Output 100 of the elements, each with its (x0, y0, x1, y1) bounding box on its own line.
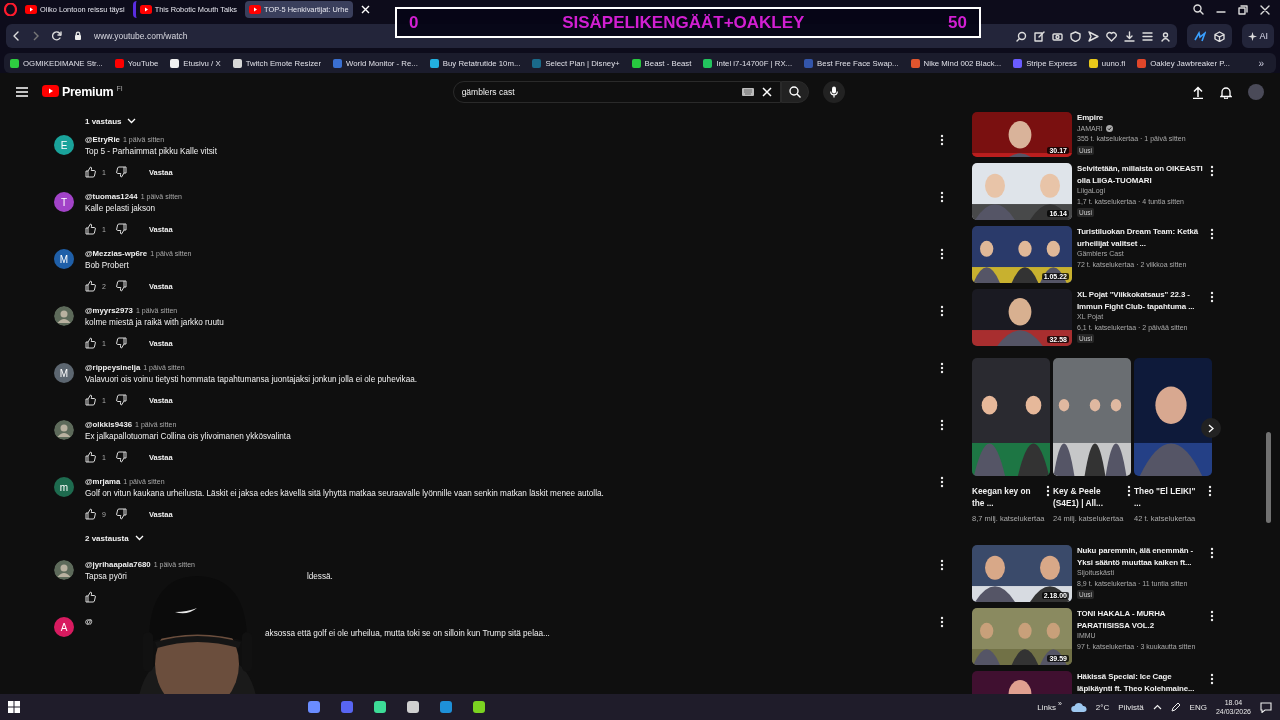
thumbs-up-icon[interactable] (85, 451, 96, 463)
reload-icon[interactable] (52, 31, 62, 41)
more-icon[interactable] (940, 559, 944, 571)
clear-icon[interactable] (761, 87, 772, 97)
more-icon[interactable] (1210, 547, 1214, 559)
overlay-counter: 0 (409, 12, 419, 33)
more-icon[interactable] (940, 191, 944, 203)
thumbs-down-icon[interactable] (115, 451, 127, 463)
cube-icon[interactable] (1214, 30, 1226, 42)
more-icon[interactable] (940, 616, 944, 628)
more-icon[interactable] (940, 362, 944, 374)
thumbs-up-icon[interactable] (85, 166, 96, 178)
chevron-right-icon (1208, 423, 1214, 433)
microphone-icon (829, 86, 838, 98)
windows-start-icon[interactable] (8, 701, 20, 713)
address-text[interactable]: www.youtube.com/watch (94, 31, 188, 41)
chevron-down-icon (134, 535, 144, 541)
more-icon[interactable] (1210, 610, 1214, 622)
youtube-icon (249, 5, 262, 14)
more-icon[interactable] (940, 134, 944, 146)
more-icon[interactable] (940, 305, 944, 317)
search-button[interactable] (780, 81, 809, 103)
thumbs-down-icon[interactable] (115, 166, 127, 178)
more-icon[interactable] (1046, 485, 1050, 497)
thumbs-up-icon[interactable] (85, 223, 96, 235)
more-icon[interactable] (1127, 485, 1131, 497)
download-icon[interactable] (1124, 30, 1136, 42)
more-icon[interactable] (1208, 485, 1212, 497)
lock-icon (74, 31, 82, 41)
search-icon (788, 86, 801, 98)
avatar-icon[interactable]: T (54, 192, 74, 212)
replies-toggle[interactable]: 2 vastausta (85, 525, 144, 551)
links-toolbar[interactable]: Links (1037, 702, 1056, 712)
voice-search-button[interactable] (822, 81, 845, 103)
avatar-icon[interactable]: M (54, 363, 74, 383)
chevron-up-icon[interactable] (1152, 704, 1162, 710)
temperature: 2°C (1095, 702, 1110, 712)
avatar-icon[interactable]: A (54, 617, 74, 637)
search-input[interactable]: gämblers cast (461, 87, 734, 97)
thumbs-up-icon[interactable] (85, 508, 96, 520)
shield-icon[interactable] (1070, 30, 1082, 42)
overlay-title: SISÄPELIKENGÄÄT+OAKLEY (562, 12, 805, 33)
forward-icon[interactable] (32, 31, 40, 41)
menu-icon[interactable] (1142, 30, 1154, 42)
chevron-down-icon (127, 118, 137, 124)
more-icon[interactable] (940, 476, 944, 488)
comment-text: Valavuori ois voinu tietysti hommata tapahtumansa juontajaksi jonkun jolla ei ole puhevikaa. (85, 374, 418, 386)
thumbs-down-icon[interactable] (115, 394, 127, 406)
thumbs-up-icon[interactable] (85, 280, 96, 292)
extension-icon[interactable] (1194, 30, 1207, 42)
more-icon[interactable] (1210, 228, 1214, 240)
comment-text: Ex jalkapallotuomari Collina ois ylivoimanen ykkösvalinta (85, 431, 291, 443)
heart-icon[interactable] (1106, 30, 1118, 42)
avatar-icon[interactable]: m (54, 477, 74, 497)
scrollbar[interactable] (1266, 432, 1271, 523)
avatar-icon[interactable]: M (54, 249, 74, 269)
pen-icon[interactable] (1170, 702, 1181, 712)
next-button[interactable] (1201, 418, 1221, 438)
thumbs-up-icon[interactable] (85, 591, 96, 603)
more-bookmarks-button[interactable]: » (1252, 56, 1270, 70)
back-icon[interactable] (12, 31, 20, 41)
short-title[interactable]: Key & Peele (S4E1) | All... (1053, 485, 1115, 509)
more-icon[interactable] (1210, 673, 1214, 685)
replies-toggle[interactable]: 1 vastaus (85, 108, 137, 134)
bell-icon[interactable] (1220, 85, 1232, 99)
comment-text: Bob Probert (85, 260, 129, 272)
restore-icon[interactable] (1238, 4, 1248, 15)
keyboard-icon[interactable] (741, 88, 754, 96)
search-icon[interactable] (1193, 4, 1204, 15)
comment-text: ldessä. (306, 571, 333, 583)
thumbs-down-icon[interactable] (115, 223, 127, 235)
edit-icon[interactable] (1034, 30, 1046, 42)
more-icon[interactable] (1210, 165, 1214, 177)
profile-icon[interactable] (1160, 30, 1172, 42)
thumbs-up-icon[interactable] (85, 337, 96, 349)
thumbs-down-icon[interactable] (115, 508, 127, 520)
youtube-icon (139, 5, 152, 14)
notification-icon[interactable] (1260, 701, 1272, 713)
youtube-icon (25, 5, 37, 14)
upload-icon[interactable] (1192, 85, 1204, 99)
close-icon[interactable] (1260, 4, 1270, 15)
short-title[interactable]: Theo "El LEIKI" ... (1134, 485, 1196, 509)
camera-icon[interactable] (1052, 30, 1064, 42)
more-icon[interactable] (1210, 291, 1214, 303)
zoom-icon[interactable] (1016, 30, 1028, 42)
thumbs-down-icon[interactable] (115, 280, 127, 292)
avatar-icon[interactable] (54, 306, 74, 326)
more-icon[interactable] (940, 248, 944, 260)
ai-button[interactable]: AI (1242, 24, 1274, 48)
more-icon[interactable] (940, 419, 944, 431)
comment-text: Golf on vitun kaukana urheilusta. Läskit ei jaksa edes kävellä sitä lyhyttä matkaa seuraavalle lyönnille vaan senkin matkan läskit menee autolla. (85, 488, 604, 500)
comment-text: Tapsa pyöri (85, 571, 127, 583)
avatar-icon[interactable] (54, 560, 74, 580)
send-icon[interactable] (1088, 30, 1100, 42)
thumbs-up-icon[interactable] (85, 394, 96, 406)
short-title[interactable]: Keegan key on the ... (972, 485, 1034, 509)
comment-text: kolme miestä ja raikä with jarkko ruutu (85, 317, 224, 329)
thumbs-down-icon[interactable] (115, 337, 127, 349)
avatar-icon[interactable] (54, 420, 74, 440)
language-indicator[interactable]: ENG (1189, 702, 1207, 712)
